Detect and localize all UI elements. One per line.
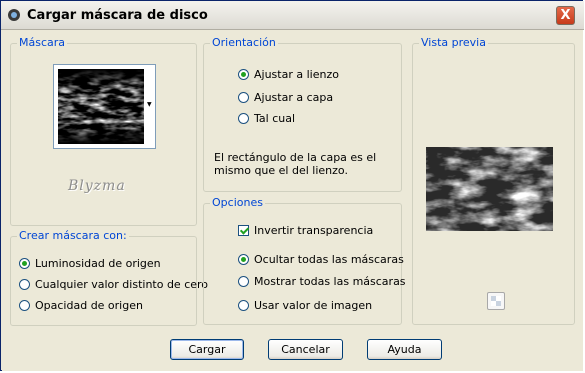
cancel-button[interactable]: Cancelar [268,339,343,360]
radio-opacidad[interactable]: Opacidad de origen [19,299,143,312]
mask-group-label: Máscara [17,36,68,49]
radio-dot[interactable] [19,258,30,269]
radio-label: Ocultar todas las máscaras [254,253,404,266]
radio-dot[interactable] [238,69,249,80]
radio-dot[interactable] [238,276,249,287]
radio-label: Mostrar todas las máscaras [254,275,406,288]
radio-ajustar-lienzo[interactable]: Ajustar a lienzo [238,68,339,81]
dialog-window: Cargar máscara de disco X Máscara ▼ Blyz… [0,0,584,371]
preview-toggle-button[interactable] [487,292,505,310]
radio-label: Tal cual [254,112,296,125]
radio-label: Usar valor de imagen [254,299,373,312]
checkbox-label: Invertir transparencia [254,224,374,237]
checkerboard-icon [491,296,501,306]
radio-dot[interactable] [238,254,249,265]
radio-label: Opacidad de origen [35,299,143,312]
help-button[interactable]: Ayuda [367,339,442,360]
orientation-description: El rectángulo de la capa es el mismo que… [214,151,377,177]
orientation-label: Orientación [210,36,278,49]
radio-label: Luminosidad de origen [35,257,161,270]
app-icon [8,9,20,21]
radio-dot[interactable] [238,300,249,311]
load-button[interactable]: Cargar [170,339,244,360]
radio-dot[interactable] [19,300,30,311]
radio-dot[interactable] [238,113,249,124]
preview-label: Vista previa [419,36,488,49]
radio-dot[interactable] [238,92,249,103]
mask-picker[interactable]: ▼ [53,64,156,149]
title-bar[interactable]: Cargar máscara de disco X [1,1,584,30]
radio-tal-cual[interactable]: Tal cual [238,112,295,125]
radio-dot[interactable] [19,279,30,290]
dialog-body: Máscara ▼ Blyzma Crear máscara con: Lumi… [2,30,583,371]
radio-usar-valor-imagen[interactable]: Usar valor de imagen [238,299,372,312]
radio-label: Ajustar a capa [254,91,334,104]
chevron-down-icon[interactable]: ▼ [147,101,152,108]
mask-thumbnail [58,69,144,144]
options-label: Opciones [210,196,265,209]
checkbox-invertir[interactable]: Invertir transparencia [238,224,373,237]
radio-mostrar-mascaras[interactable]: Mostrar todas las máscaras [238,275,406,288]
radio-ocultar-mascaras[interactable]: Ocultar todas las máscaras [238,253,404,266]
radio-cualquier-valor[interactable]: Cualquier valor distinto de cero [19,278,208,291]
preview-image [426,147,553,231]
radio-label: Cualquier valor distinto de cero [35,278,209,291]
close-button[interactable]: X [556,6,575,25]
radio-ajustar-capa[interactable]: Ajustar a capa [238,91,333,104]
create-mask-label: Crear máscara con: [17,229,129,242]
radio-label: Ajustar a lienzo [254,68,339,81]
brand-watermark: Blyzma [68,178,126,194]
radio-luminosidad[interactable]: Luminosidad de origen [19,257,161,270]
window-title: Cargar máscara de disco [27,8,208,23]
checkbox-box[interactable] [238,225,249,236]
